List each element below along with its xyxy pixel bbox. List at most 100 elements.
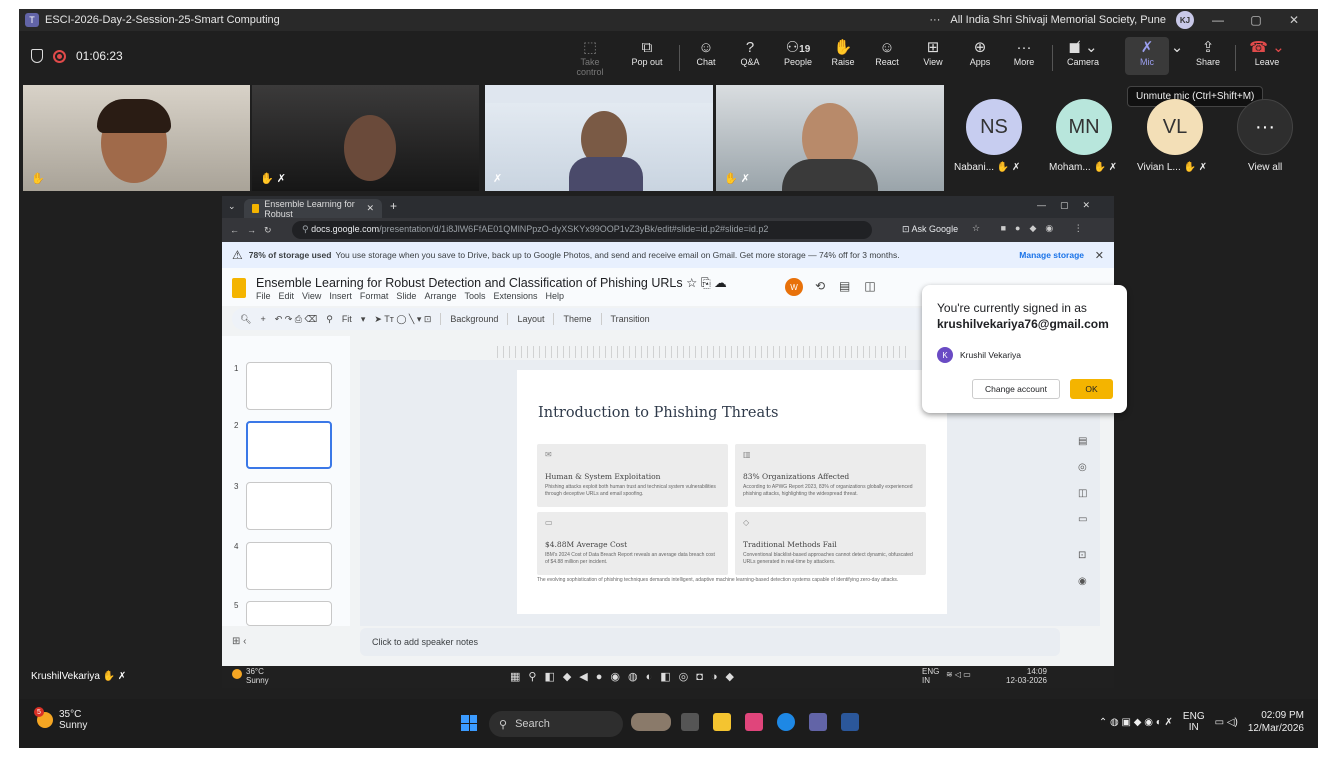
- slide-thumbnail-selected[interactable]: [246, 421, 332, 469]
- weather-widget[interactable]: 5 35°C Sunny: [34, 707, 87, 731]
- select-tools-icons[interactable]: ➤ Tт ◯ ╲ ▾ ⊡: [374, 314, 431, 325]
- video-tile[interactable]: ✋ ✗: [716, 85, 944, 191]
- undo-redo-print-icons[interactable]: ↶ ↷ ⎙ ⌫: [275, 314, 318, 325]
- video-tile-presenter[interactable]: ✗: [485, 85, 713, 191]
- language-indicator[interactable]: ENG IN: [1183, 711, 1205, 733]
- tasks-icon[interactable]: ◎: [1078, 462, 1087, 473]
- camera-button[interactable]: ◼̸ ⌄ Camera: [1059, 39, 1107, 67]
- raise-hand-button[interactable]: ✋ Raise: [822, 39, 864, 67]
- edge-icon[interactable]: [777, 713, 795, 731]
- react-button[interactable]: ☺ React: [866, 39, 908, 67]
- ask-google-button[interactable]: ⊡ Ask Google: [902, 224, 958, 235]
- info-card[interactable]: ▥ 83% Organizations Affected According t…: [735, 444, 926, 507]
- windows-start-icon[interactable]: [461, 715, 477, 731]
- gemini-icon[interactable]: ◉: [1078, 576, 1087, 587]
- menu-format[interactable]: Format: [360, 291, 389, 301]
- participant-avatar-mn[interactable]: MN: [1056, 99, 1112, 155]
- window-controls-icon[interactable]: —▢✕: [1037, 200, 1104, 211]
- info-card[interactable]: ✉ Human & System Exploitation Phishing a…: [537, 444, 728, 507]
- network-volume-icons[interactable]: ▭ ◁): [1215, 717, 1238, 728]
- tray-icons[interactable]: ⌃ ◍ ▣ ◆ ◉ ◐ ✗: [1099, 717, 1173, 728]
- info-card[interactable]: ◇ Traditional Methods Fail Conventional …: [735, 512, 926, 575]
- contacts-icon[interactable]: ◫: [1078, 488, 1087, 499]
- close-icon[interactable]: ✕: [1280, 13, 1308, 27]
- extension-icons[interactable]: ☆ ■●◆◉ ⋮: [972, 223, 1092, 234]
- user-avatar[interactable]: KJ: [1176, 11, 1194, 29]
- copilot-icon[interactable]: [745, 713, 763, 731]
- participant-avatar-ns[interactable]: NS: [966, 99, 1022, 155]
- url-field[interactable]: ⚲ docs.google.com/presentation/d/1i8JlW6…: [292, 221, 872, 239]
- mic-options-chevron-icon[interactable]: ⌄: [1169, 39, 1185, 57]
- theme-button[interactable]: Theme: [563, 314, 591, 324]
- slide-title[interactable]: Introduction to Phishing Threats: [538, 405, 778, 421]
- zoom-chevron-icon[interactable]: ▾: [361, 314, 366, 325]
- qa-button[interactable]: ? Q&A: [729, 39, 771, 67]
- folder-icon[interactable]: ▭: [1078, 514, 1087, 525]
- menu-extensions[interactable]: Extensions: [493, 291, 537, 301]
- keep-icon[interactable]: ▤: [1078, 436, 1087, 447]
- more-dots-icon[interactable]: ···: [929, 14, 940, 26]
- file-explorer-icon[interactable]: [713, 713, 731, 731]
- video-tile[interactable]: ✋: [23, 85, 250, 191]
- slide-thumbnail[interactable]: [246, 482, 332, 530]
- ok-button[interactable]: OK: [1070, 379, 1113, 399]
- restore-icon[interactable]: ▢: [1242, 13, 1270, 27]
- tab-close-icon[interactable]: ✕: [366, 203, 374, 214]
- add-icon[interactable]: +: [260, 314, 265, 324]
- leave-button[interactable]: ☎ ⌄ Leave: [1243, 39, 1291, 67]
- widget-app-icon[interactable]: [631, 713, 671, 731]
- close-banner-icon[interactable]: ✕: [1095, 249, 1104, 262]
- task-view-icon[interactable]: [681, 713, 699, 731]
- participant-avatar-vl[interactable]: VL: [1147, 99, 1203, 155]
- info-card[interactable]: ▭ $4.88M Average Cost IBM's 2024 Cost of…: [537, 512, 728, 575]
- menu-help[interactable]: Help: [546, 291, 565, 301]
- view-button[interactable]: ⊞ View: [912, 39, 954, 67]
- mic-button[interactable]: ✗ Mic: [1125, 37, 1169, 75]
- search-menus-icon[interactable]: 🔍︎: [240, 314, 251, 325]
- menu-arrange[interactable]: Arrange: [424, 291, 456, 301]
- browser-tab[interactable]: Ensemble Learning for Robust ✕: [244, 199, 382, 219]
- apps-button[interactable]: ⊕ Apps: [959, 39, 1001, 67]
- transition-button[interactable]: Transition: [611, 314, 650, 324]
- clock[interactable]: 02:09 PM 12/Mar/2026: [1248, 709, 1304, 735]
- doc-title[interactable]: Ensemble Learning for Robust Detection a…: [256, 275, 727, 291]
- pop-out-button[interactable]: ⧉ Pop out: [626, 39, 668, 67]
- chat-button[interactable]: ☺ Chat: [685, 39, 727, 67]
- share-button[interactable]: ⇪ Share: [1187, 39, 1229, 67]
- menu-edit[interactable]: Edit: [279, 291, 295, 301]
- people-button[interactable]: ⚇19 People: [777, 39, 819, 67]
- change-account-button[interactable]: Change account: [972, 379, 1060, 399]
- background-button[interactable]: Background: [450, 314, 498, 324]
- new-tab-icon[interactable]: +: [390, 199, 397, 213]
- nav-arrows-icon[interactable]: ←→↻: [230, 225, 280, 236]
- minimize-icon[interactable]: —: [1204, 13, 1232, 27]
- word-icon[interactable]: [841, 713, 859, 731]
- zoom-icon[interactable]: ⚲: [326, 314, 333, 325]
- presenter-body: [569, 157, 643, 191]
- layout-button[interactable]: Layout: [517, 314, 544, 324]
- teams-icon[interactable]: [809, 713, 827, 731]
- video-tile[interactable]: ✋ ✗: [252, 85, 479, 191]
- take-control-icon: ⬚: [582, 39, 598, 56]
- collaborator-avatar[interactable]: W: [785, 278, 803, 296]
- menu-view[interactable]: View: [302, 291, 321, 301]
- menu-slide[interactable]: Slide: [396, 291, 416, 301]
- menu-file[interactable]: File: [256, 291, 271, 301]
- menu-tools[interactable]: Tools: [464, 291, 485, 301]
- zoom-fit[interactable]: Fit: [342, 314, 352, 324]
- menu-insert[interactable]: Insert: [329, 291, 352, 301]
- slide-thumbnail[interactable]: [246, 362, 332, 410]
- slide-thumbnail[interactable]: [246, 601, 332, 626]
- grid-view-icon[interactable]: ⊞ ‹: [232, 636, 247, 647]
- view-all-icon[interactable]: ···: [1237, 99, 1293, 155]
- manage-storage-link[interactable]: Manage storage: [1019, 250, 1084, 260]
- taskbar-search[interactable]: ⚲ Search: [489, 711, 623, 737]
- slide-thumbnail[interactable]: [246, 542, 332, 590]
- take-control-button[interactable]: ⬚ Take control: [569, 39, 611, 77]
- more-button[interactable]: ··· More: [1003, 39, 1045, 67]
- slide[interactable]: Introduction to Phishing Threats ✉ Human…: [517, 370, 947, 614]
- tab-list-chevron-icon[interactable]: ⌄: [228, 201, 236, 212]
- history-comment-meet-icons[interactable]: ⟲▤◫: [815, 279, 890, 293]
- speaker-notes[interactable]: Click to add speaker notes: [360, 628, 1060, 656]
- add-on-icon[interactable]: ⊡: [1078, 550, 1086, 561]
